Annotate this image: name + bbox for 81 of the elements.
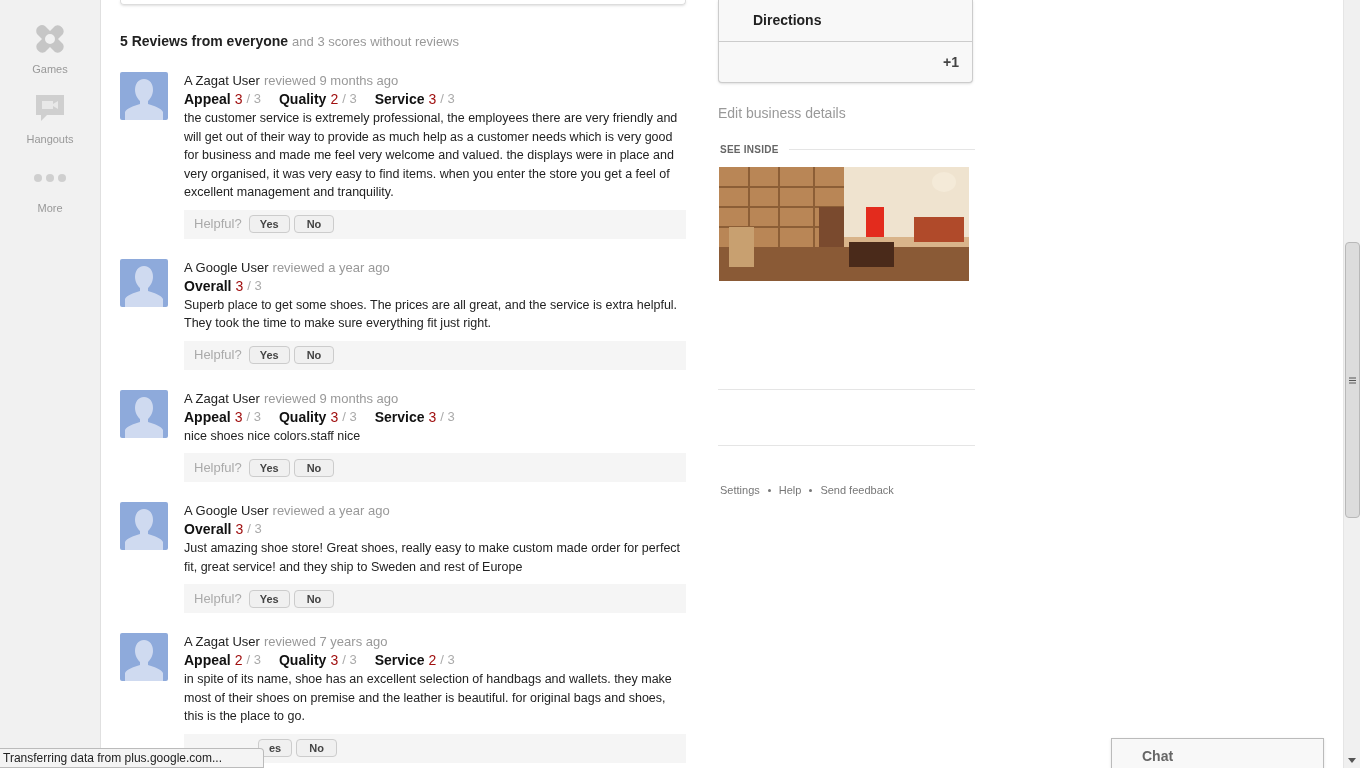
reviewer-name[interactable]: A Zagat User [184, 389, 260, 408]
rating-score: 3 [330, 651, 339, 669]
yes-button[interactable]: Yes [248, 346, 290, 364]
status-bar: Transferring data from plus.google.com... [0, 748, 264, 768]
helpful-label: Helpful? [194, 458, 242, 477]
rating-score: 2 [234, 651, 243, 669]
review-date: reviewed 9 months ago [263, 389, 399, 408]
rating-label: Quality [278, 90, 327, 108]
yes-button[interactable]: Yes [248, 215, 290, 233]
no-button[interactable]: No [293, 346, 335, 364]
rating-score: 3 [428, 90, 437, 108]
avatar [120, 633, 168, 681]
reviewer-name[interactable]: A Google User [184, 258, 269, 277]
reviews-heading: 5 Reviews from everyone [120, 32, 289, 51]
scroll-down-arrow-icon[interactable] [1348, 758, 1356, 763]
rating-score: 3 [428, 407, 437, 426]
review-date: reviewed 9 months ago [263, 72, 399, 90]
reviewer-name[interactable]: A Zagat User [184, 633, 260, 651]
rating-label: Quality [278, 407, 327, 426]
directions-link[interactable]: Directions [753, 10, 822, 31]
avatar [120, 72, 168, 120]
helpful-label: Helpful? [194, 589, 242, 608]
review-text: nice shoes nice colors.staff nice [184, 427, 362, 445]
rating-label: Overall [184, 520, 232, 538]
rating-max: / 3 [440, 651, 455, 669]
rating-max: / 3 [342, 651, 357, 669]
footer-link[interactable]: Send feedback [820, 482, 894, 499]
rating-max: / 3 [246, 407, 261, 426]
reviewer-name[interactable]: A Google User [184, 502, 269, 520]
rating-score: 2 [330, 90, 339, 108]
section-heading: SEE INSIDE [720, 143, 779, 157]
rating-label: Overall [184, 276, 232, 295]
rating-max: / 3 [440, 407, 455, 426]
review-text: the customer service is extremely professional, the employees there are very friendly and will get out of their way to provide as much help as a customer needs which is very good for business and made me feel very welcome and valued. the displays were in place and very organised, it was very easy to find items. when you enter the store you get a feel of excellent management and tranquility. [184, 110, 679, 201]
no-button[interactable]: No [293, 215, 335, 233]
rating-score: 3 [235, 520, 244, 538]
rating-label: Service [374, 90, 425, 108]
avatar [120, 389, 168, 438]
avatar [120, 258, 168, 307]
helpful-label: Helpful? [194, 346, 242, 365]
rating-score: 3 [234, 407, 243, 426]
chat-bar[interactable]: Chat [1111, 738, 1324, 768]
rating-max: / 3 [342, 90, 357, 108]
rating-label: Appeal [184, 90, 231, 108]
games-icon[interactable] [35, 22, 65, 56]
helpful-label: Helpful? [194, 215, 242, 234]
scrollbar-thumb[interactable] [1345, 242, 1360, 518]
avatar [120, 502, 168, 550]
no-button[interactable]: No [296, 739, 337, 757]
no-button[interactable]: No [293, 589, 335, 608]
yes-button[interactable]: es [258, 739, 293, 757]
rating-max: / 3 [440, 90, 455, 108]
rating-label: Appeal [184, 651, 231, 669]
rating-score: 3 [234, 90, 243, 108]
rating-max: / 3 [246, 90, 261, 108]
reviews-subtitle: and 3 scores without reviews [292, 33, 459, 51]
rating-max: / 3 [247, 276, 262, 295]
review-date: reviewed a year ago [272, 502, 390, 520]
rating-max: / 3 [342, 407, 357, 426]
yes-button[interactable]: Yes [248, 458, 290, 477]
rating-label: Service [374, 651, 425, 669]
no-button[interactable]: No [293, 458, 335, 477]
reviewer-name[interactable]: A Zagat User [184, 72, 260, 90]
review-text: Just amazing shoe store! Great shoes, really easy to make custom made order for perfect fit, great service! and they ship to Sweden and rest of Europe [184, 540, 682, 576]
rating-max: / 3 [246, 651, 261, 669]
footer-link[interactable]: Settings [720, 482, 760, 499]
rating-score: 3 [235, 276, 244, 295]
plus-one-button[interactable]: +1 [943, 51, 959, 73]
rating-score: 2 [428, 651, 437, 669]
yes-button[interactable]: Yes [248, 589, 290, 608]
grip-icon [1349, 376, 1356, 384]
review-text: in spite of its name, shoe has an excellent selection of handbags and wallets. they make most of their shoes on premise and the leather is beautiful. for original bags and shoes, this is the place to go. [184, 671, 673, 725]
review-date: reviewed a year ago [272, 258, 390, 277]
rating-score: 3 [330, 407, 339, 426]
footer-link[interactable]: Help [778, 482, 802, 499]
review-date: reviewed 7 years ago [263, 633, 388, 651]
rating-label: Service [374, 407, 425, 426]
rating-label: Quality [278, 651, 327, 669]
rating-max: / 3 [247, 520, 262, 538]
rating-label: Appeal [184, 407, 231, 426]
review-text: Superb place to get some shoes. The prices are all great, and the service is extra helpful. They took the time to make sure everything fit just right. [184, 296, 679, 332]
